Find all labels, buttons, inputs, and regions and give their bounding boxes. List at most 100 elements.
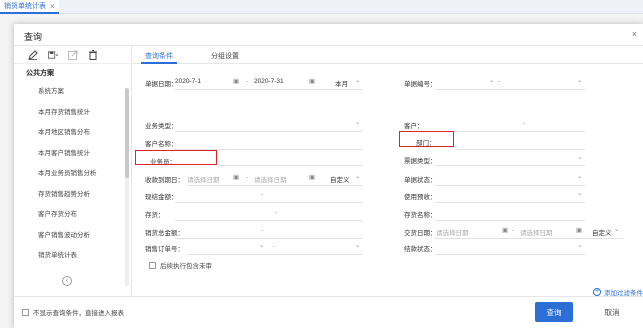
skip-conditions-label: 不显示查询条件，直接进入报表 [33, 310, 124, 317]
due-date-period-select[interactable]: 自定义 [330, 174, 350, 184]
dialog-header: 查询 × [14, 24, 643, 46]
scheme-item[interactable]: 销货单统计表 [14, 246, 131, 267]
condition-panel: 查询条件 分组设置 单据日期： 2020-7-1 ▣ - 2020-7-31 ▣… [133, 46, 643, 297]
plus-circle-icon: + [593, 288, 601, 296]
scheme-panel: 公共方案 系统方案 本月存货销售统计 本月地区销售分布 本月客户销售统计 本月业… [14, 46, 132, 296]
tab-sales-report[interactable]: 销货单统计表 × [0, 0, 59, 14]
scheme-item[interactable]: 客户销售波动分析 [14, 226, 131, 247]
field-underline [435, 89, 585, 90]
calendar-icon[interactable]: ▣ [233, 77, 239, 85]
use-prepay-select[interactable] [435, 202, 585, 203]
query-dialog: 查询 × 公共方案 系统方案 本月存货销售统计 本月地区销售分布 本月客户销售统… [14, 24, 643, 328]
deliver-date-period-select[interactable]: 自定义 [592, 227, 612, 237]
calendar-icon[interactable]: ▣ [309, 173, 315, 181]
chevron-down-icon[interactable]: ⌄ [355, 118, 360, 126]
inventory-label: 存货： [145, 212, 165, 219]
chevron-down-icon[interactable]: ⌄ [259, 241, 264, 249]
sales-total-label: 销货总金额： [145, 230, 184, 237]
query-button[interactable]: 查询 [535, 302, 573, 322]
chevron-down-icon[interactable]: ⌄ [577, 76, 582, 84]
scroll-thumb[interactable] [125, 88, 129, 178]
date-dash: - [246, 174, 249, 181]
tab-bar: 销货单统计表 × [0, 0, 643, 14]
inventory-field[interactable] [175, 220, 363, 221]
inventory-name-field[interactable] [435, 220, 585, 221]
scheme-item[interactable]: 系统方案 [14, 82, 131, 103]
range-dash: - [523, 120, 526, 127]
range-dash: - [498, 78, 501, 85]
chevron-down-icon[interactable]: ⌄ [577, 172, 582, 180]
range-dash: - [275, 209, 278, 216]
calendar-icon[interactable]: ▣ [233, 173, 239, 181]
inventory-name-label: 存货名称： [404, 212, 437, 219]
scheme-group-header[interactable]: 公共方案 [14, 64, 131, 82]
include-unreviewed-label: 后续执行包含未审 [160, 263, 212, 270]
delete-icon[interactable] [88, 49, 98, 60]
doc-status-select[interactable] [435, 185, 585, 186]
field-underline [187, 185, 363, 186]
chevron-down-icon[interactable]: ⌄ [577, 189, 582, 197]
settle-status-select[interactable] [435, 254, 585, 255]
deliver-date-to-field[interactable]: 请选择日期 [520, 227, 553, 237]
scrollbar[interactable] [125, 88, 129, 286]
scheme-item[interactable]: 本月地区销售分布 [14, 123, 131, 144]
dept-field[interactable] [455, 149, 585, 150]
calendar-icon[interactable]: ▣ [309, 77, 315, 85]
chevron-down-icon[interactable]: ⌄ [355, 172, 360, 180]
export-icon[interactable] [68, 50, 78, 60]
tab-label: 销货单统计表 [4, 3, 46, 10]
customer-label: 客户： [404, 123, 424, 130]
deliver-date-from-field[interactable]: 请选择日期 [436, 227, 469, 237]
cash-amount-field[interactable] [175, 202, 363, 203]
chevron-down-icon[interactable]: ⌄ [355, 241, 360, 249]
settle-status-label: 结款状态： [404, 246, 437, 253]
scheme-item[interactable]: 本月业务员销售分析 [14, 164, 131, 185]
biz-type-label: 业务类型： [145, 123, 178, 130]
range-dash: - [273, 243, 276, 250]
doc-date-to-field[interactable]: 2020-7-31 [254, 78, 284, 85]
chevron-down-icon[interactable]: ⌄ [577, 241, 582, 249]
doc-date-from-field[interactable]: 2020-7-1 [175, 78, 201, 85]
salesman-field[interactable] [217, 165, 363, 166]
biz-type-select[interactable] [175, 131, 363, 132]
checkbox[interactable] [149, 261, 156, 269]
cancel-button[interactable]: 取消 [593, 302, 631, 322]
save-icon[interactable] [48, 50, 58, 60]
sales-total-field[interactable] [175, 238, 363, 239]
chevron-down-icon[interactable]: ⌄ [489, 76, 494, 84]
include-unreviewed-option[interactable]: 后续执行包含未审 [149, 260, 212, 270]
scheme-item[interactable]: 本月客户销售统计 [14, 144, 131, 165]
close-icon[interactable]: × [632, 29, 637, 39]
cash-amount-label: 现结金额： [145, 194, 178, 201]
doc-date-label: 单据日期： [145, 81, 178, 88]
scheme-item[interactable]: 本月存货销售统计 [14, 103, 131, 124]
due-date-label: 收款到期日： [145, 177, 184, 184]
calendar-icon[interactable]: ▣ [502, 226, 508, 234]
collapse-icon[interactable]: ‹ [62, 276, 72, 286]
skip-conditions-option[interactable]: 不显示查询条件，直接进入报表 [22, 307, 124, 317]
salesman-highlight-box [135, 150, 217, 165]
chevron-down-icon[interactable]: ⌄ [614, 225, 619, 233]
due-date-to-field[interactable]: 请选择日期 [254, 174, 287, 184]
ticket-type-label: 票据类型： [404, 158, 437, 165]
sales-order-field[interactable] [187, 254, 363, 255]
due-date-from-field[interactable]: 请选择日期 [187, 174, 220, 184]
scheme-item[interactable]: 客户存货分布 [14, 205, 131, 226]
customer-field[interactable] [435, 131, 585, 132]
tab-query-conditions[interactable]: 查询条件 [141, 51, 177, 64]
edit-icon[interactable] [28, 49, 38, 60]
range-dash: - [261, 191, 264, 198]
chevron-down-icon[interactable]: ⌄ [355, 76, 360, 84]
ticket-type-select[interactable] [435, 165, 585, 166]
tab-group-settings[interactable]: 分组设置 [211, 51, 239, 61]
doc-no-label: 单据编号： [404, 81, 437, 88]
chevron-down-icon[interactable]: ⌄ [577, 153, 582, 161]
sales-order-label: 销售订单号： [145, 246, 184, 253]
date-dash: - [512, 227, 515, 234]
checkbox[interactable] [22, 308, 29, 316]
calendar-icon[interactable]: ▣ [576, 226, 582, 234]
doc-date-period-select[interactable]: 本月 [335, 78, 348, 88]
close-icon[interactable]: × [50, 2, 55, 11]
scheme-item[interactable]: 存货销售趋势分析 [14, 185, 131, 206]
use-prepay-label: 使用预收： [404, 194, 437, 201]
